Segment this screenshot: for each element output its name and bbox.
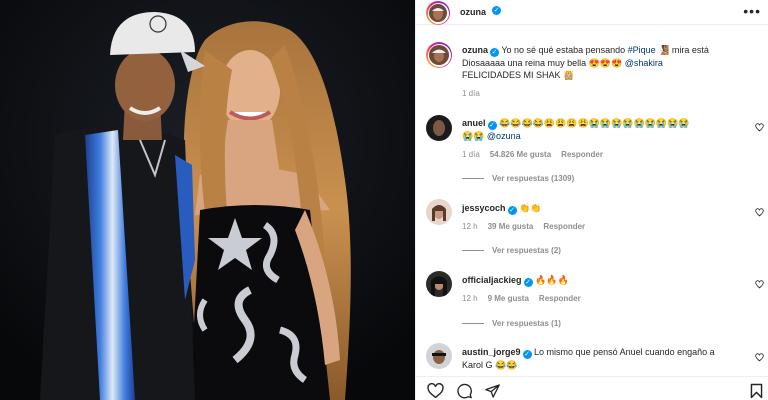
comment-meta: 12 h 9 Me gusta Responder <box>462 294 581 303</box>
avatar-image <box>426 115 452 141</box>
caption-line3: FELICIDADES MI SHAK 👸🏼 <box>462 70 575 80</box>
reply-button[interactable]: Responder <box>543 222 585 231</box>
hashtag-link[interactable]: #Pique <box>628 45 656 55</box>
reply-button[interactable]: Responder <box>539 294 581 303</box>
comment-text: austin_jorge9 ✓ Lo mismo que pensó Anuel … <box>462 346 752 371</box>
like-comment-heart-icon[interactable] <box>755 353 764 362</box>
comment-username[interactable]: officialjackieg <box>462 275 522 285</box>
like-comment-heart-icon[interactable] <box>755 208 764 217</box>
comment-username[interactable]: anuel <box>462 118 486 128</box>
comment-avatar[interactable] <box>426 115 452 141</box>
caption-username[interactable]: ozuna <box>462 45 488 55</box>
comment-username[interactable]: austin_jorge9 <box>462 347 521 357</box>
verified-icon: ✓ <box>507 206 517 215</box>
caption-line2: Diosaaaaa una reina muy bella 😍😍😍 <box>462 58 625 68</box>
avatar-image <box>426 199 452 225</box>
comment-meta: 1 día 54.826 Me gusta Responder <box>462 150 603 159</box>
verified-icon: ✓ <box>487 121 497 130</box>
verified-icon: ✓ <box>522 350 532 359</box>
comment-avatar[interactable] <box>426 343 452 369</box>
bookmark-icon[interactable] <box>750 383 763 400</box>
mention-link[interactable]: @ozuna <box>487 131 521 141</box>
comment-time[interactable]: 1 día <box>462 150 480 159</box>
verified-icon: ✓ <box>523 278 533 287</box>
comment-text: officialjackieg ✓ 🔥🔥🔥 <box>462 274 752 287</box>
comment-icon[interactable] <box>456 383 473 400</box>
comment-likes[interactable]: 54.826 Me gusta <box>490 150 551 159</box>
post-photo[interactable] <box>0 0 415 400</box>
comment-time[interactable]: 12 h <box>462 222 478 231</box>
comment-body: 😂😂😂😂😩😩😩😩😭😭😭😭😭😭😭😭😭 <box>499 118 690 128</box>
author-avatar[interactable] <box>426 1 450 25</box>
heart-icon[interactable] <box>427 383 444 400</box>
comment-body: 🔥🔥🔥 <box>535 275 569 285</box>
view-replies-button[interactable]: Ver respuestas (1) <box>462 319 561 328</box>
comment-text: anuel ✓ 😂😂😂😂😩😩😩😩😭😭😭😭😭😭😭😭😭 😭😭 @ozuna <box>462 117 752 142</box>
comment-body: 👏👏 <box>519 203 542 213</box>
view-replies-label: Ver respuestas (1309) <box>492 174 575 183</box>
caption-text: ozuna ✓ Yo no sé qué estaba pensando #Piq… <box>462 44 762 81</box>
view-replies-label: Ver respuestas (1) <box>492 319 561 328</box>
like-comment-heart-icon[interactable] <box>755 123 764 132</box>
comment-body-cont: 😭😭 <box>462 131 487 141</box>
avatar-image <box>426 343 452 369</box>
comment-time[interactable]: 12 h <box>462 294 478 303</box>
comment-username[interactable]: jessycoch <box>462 203 506 213</box>
comment-likes[interactable]: 39 Me gusta <box>488 222 534 231</box>
view-replies-button[interactable]: Ver respuestas (2) <box>462 246 561 255</box>
caption-time[interactable]: 1 día <box>462 89 480 98</box>
caption-line1: Yo no sé qué estaba pensando <box>501 45 628 55</box>
avatar-image <box>429 45 449 65</box>
mention-link[interactable]: @shakira <box>625 58 663 68</box>
comment-likes[interactable]: 9 Me gusta <box>488 294 529 303</box>
action-bar <box>416 376 768 400</box>
comment-avatar[interactable] <box>426 199 452 225</box>
share-icon[interactable] <box>484 383 501 400</box>
comment-body: Lo mismo que pensó Anuel cuando engaño a <box>534 347 715 357</box>
caption-line1-end: 🧏🏽 mira está <box>655 45 709 55</box>
avatar-image <box>426 271 452 297</box>
avatar-image <box>429 4 447 22</box>
like-comment-heart-icon[interactable] <box>755 280 764 289</box>
post-header: ozuna ✓ ••• <box>416 0 768 25</box>
comments-panel: ozuna ✓ ••• ozuna ✓ Yo no sé qué estaba p… <box>415 0 768 400</box>
verified-icon: ✓ <box>490 48 499 57</box>
post-image <box>0 0 415 400</box>
comment-body-cont: Karol G 😂😂 <box>462 360 518 370</box>
comment-avatar[interactable] <box>426 271 452 297</box>
view-replies-button[interactable]: Ver respuestas (1309) <box>462 174 574 183</box>
verified-icon: ✓ <box>492 6 501 15</box>
comment-meta: 12 h 39 Me gusta Responder <box>462 222 585 231</box>
view-replies-label: Ver respuestas (2) <box>492 246 561 255</box>
instagram-post: ozuna ✓ ••• ozuna ✓ Yo no sé qué estaba p… <box>0 0 768 400</box>
reply-button[interactable]: Responder <box>561 150 603 159</box>
caption-avatar[interactable] <box>426 42 452 68</box>
header-username[interactable]: ozuna <box>460 7 486 17</box>
more-icon[interactable]: ••• <box>743 3 761 19</box>
comment-text: jessycoch ✓ 👏👏 <box>462 202 752 215</box>
